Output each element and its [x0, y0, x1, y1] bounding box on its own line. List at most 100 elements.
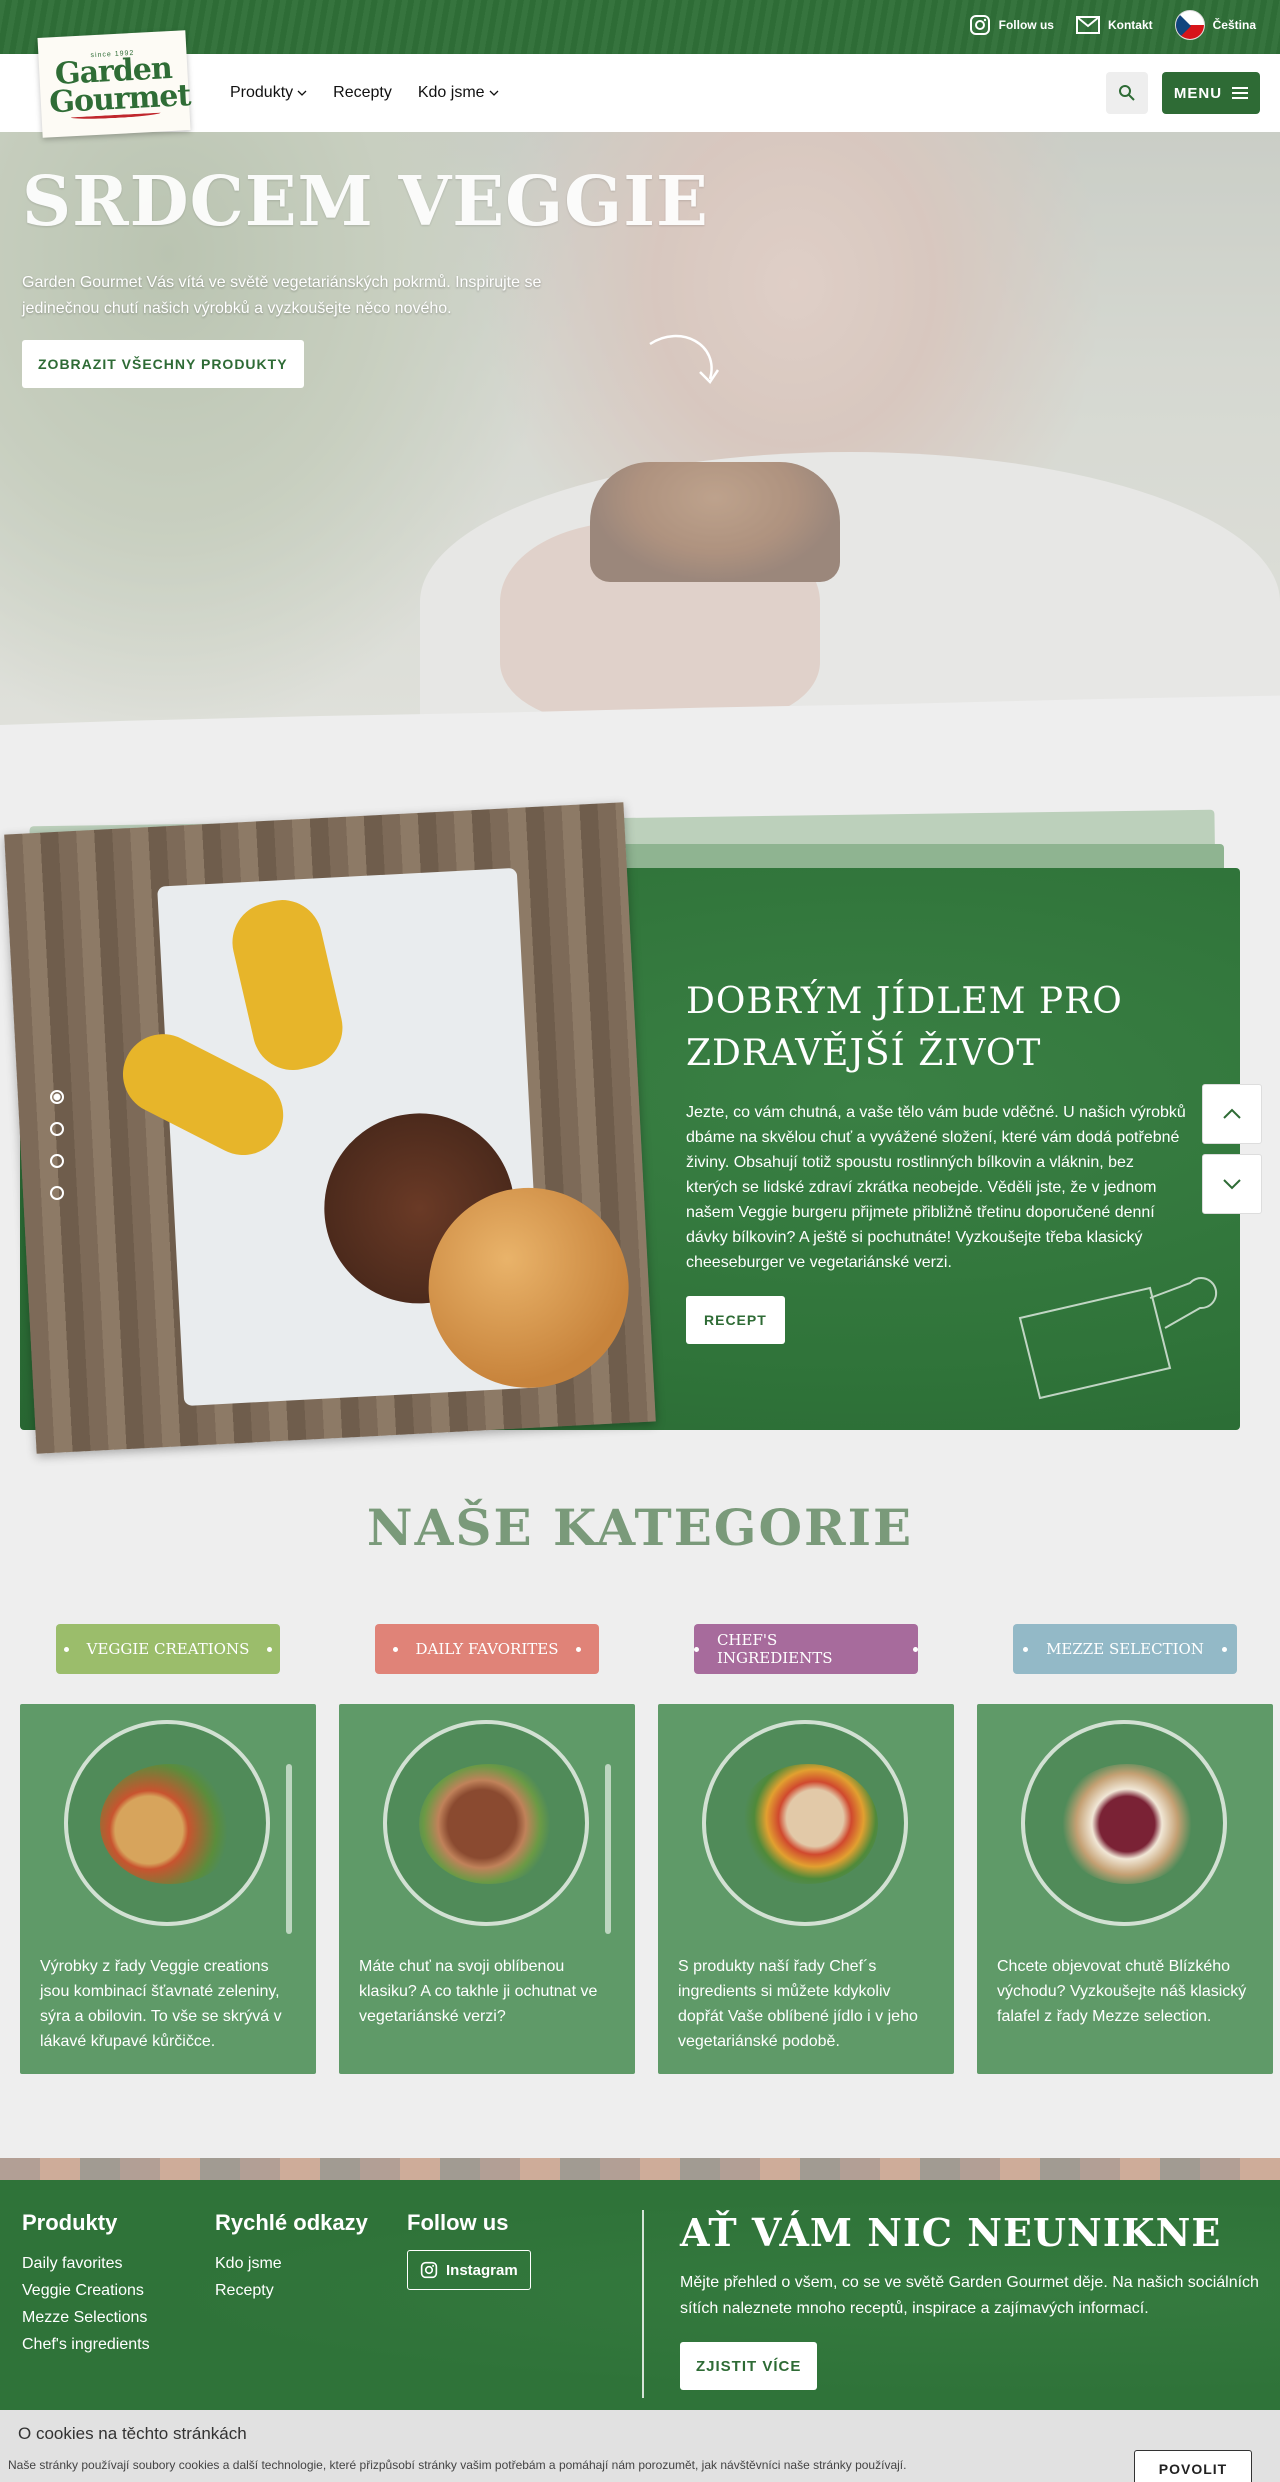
slide-title: DOBRÝM JÍDLEM PRO ZDRAVĚJŠÍ ŽIVOT: [686, 981, 1123, 1074]
language-label: Čeština: [1212, 18, 1256, 32]
instagram-icon: [969, 15, 990, 35]
footer-follow-column: Follow us Instagram: [407, 2210, 531, 2290]
slide-text: Jezte, co vám chutná, a vaše tělo vám bu…: [686, 1104, 1186, 1271]
footer-promo-title: AŤ VÁM NIC NEUNIKNE: [680, 2210, 1222, 2255]
search-icon: [1119, 85, 1135, 101]
instagram-button[interactable]: Instagram: [407, 2250, 531, 2290]
footer-link[interactable]: Veggie Creations: [22, 2277, 150, 2304]
nav-item-kdo-jsme[interactable]: Kdo jsme: [418, 84, 499, 102]
card-food-image: [1057, 1764, 1197, 1884]
nav-label: Kdo jsme: [417, 84, 485, 101]
cutting-board-illustration: [1018, 1277, 1218, 1400]
bullet: [63, 1646, 69, 1652]
category-description: Máte chuť na svoji oblíbenou klasiku? A …: [359, 1958, 598, 2025]
search-button[interactable]: [1106, 72, 1148, 114]
chevron-down-icon: [1223, 1179, 1241, 1190]
category-card-veggie-creations[interactable]: Výrobky z řady Veggie creations jsou kom…: [20, 1704, 316, 2074]
category-label-veggie-creations[interactable]: VEGGIE CREATIONS: [56, 1624, 280, 1674]
recipe-button[interactable]: RECEPT: [686, 1296, 785, 1344]
slider-dot[interactable]: [50, 1154, 64, 1168]
footer-link[interactable]: Daily favorites: [22, 2250, 150, 2277]
hero-subtitle: Garden Gourmet Vás vítá ve světě vegetar…: [22, 274, 542, 317]
chevron-down-icon: [489, 90, 499, 96]
top-links: Follow us Kontakt Čeština: [969, 10, 1256, 40]
hero-banner: SRDCEM VEGGIE Garden Gourmet Vás vítá ve…: [0, 132, 1280, 742]
footer-link[interactable]: Mezze Selections: [22, 2304, 150, 2331]
category-card-daily-favorites[interactable]: Máte chuť na svoji oblíbenou klasiku? A …: [339, 1704, 635, 2074]
chevron-up-icon: [1223, 1108, 1241, 1119]
follow-us-link[interactable]: Follow us: [969, 14, 1054, 36]
nav-label: Recepty: [333, 84, 392, 101]
hero-title: SRDCEM VEGGIE: [22, 162, 709, 242]
menu-button[interactable]: MENU: [1162, 72, 1260, 114]
footer-follow-title: Follow us: [407, 2210, 509, 2235]
czech-flag-icon: [1174, 10, 1205, 40]
card-cutlery: [605, 1764, 611, 1934]
chevron-down-icon: [297, 90, 307, 96]
category-description: S produkty naší řady Chef´s ingredients …: [678, 1958, 918, 2050]
bullet: [576, 1646, 582, 1652]
footer-promo-text: Mějte přehled o všem, co se ve světě Gar…: [680, 2274, 1259, 2317]
learn-more-button[interactable]: ZJISTIT VÍCE: [680, 2342, 818, 2390]
slide-burger-photo: [4, 802, 656, 1454]
card-food-image: [738, 1764, 878, 1884]
bullet: [694, 1646, 699, 1652]
contact-label: Kontakt: [1107, 18, 1153, 32]
top-bar: Follow us Kontakt Čeština: [0, 0, 1280, 54]
main-nav: Produkty Recepty Kdo jsme: [230, 84, 499, 102]
nav-label: Produkty: [230, 84, 294, 101]
category-label-mezze-selection[interactable]: MEZZE SELECTION: [1013, 1624, 1237, 1674]
category-card-chefs-ingredients[interactable]: S produkty naší řady Chef´s ingredients …: [658, 1704, 954, 2074]
slider-dot[interactable]: [50, 1090, 64, 1104]
cookie-text: Naše stránky používají soubory cookies a…: [8, 2458, 907, 2472]
category-label-text: VEGGIE CREATIONS: [86, 1640, 250, 1658]
mail-icon: [1075, 16, 1100, 34]
bullet: [913, 1646, 919, 1652]
curved-arrow-icon: [649, 334, 720, 384]
footer-quick-links-column: Rychlé odkazy Kdo jsme Recepty: [215, 2210, 368, 2304]
categories-title: NAŠE KATEGORIE: [366, 1498, 914, 1557]
slider-down-button[interactable]: [1202, 1154, 1262, 1214]
bullet: [1221, 1646, 1227, 1652]
follow-us-label: Follow us: [998, 18, 1054, 32]
category-card-mezze-selection[interactable]: Chcete objevovat chutě Blízkého východu?…: [977, 1704, 1273, 2074]
cookie-allow-button[interactable]: POVOLIT: [1134, 2450, 1252, 2482]
category-description: Výrobky z řady Veggie creations jsou kom…: [40, 1958, 282, 2050]
show-all-products-button[interactable]: ZOBRAZIT VŠECHNY PRODUKTY: [22, 340, 304, 388]
footer-divider: [642, 2210, 644, 2398]
slider-up-button[interactable]: [1202, 1084, 1262, 1144]
category-label-daily-favorites[interactable]: DAILY FAVORITES: [375, 1624, 599, 1674]
footer-quick-title: Rychlé odkazy: [215, 2210, 368, 2235]
card-food-image: [100, 1764, 240, 1884]
category-label-text: MEZZE SELECTION: [1046, 1640, 1204, 1658]
contact-link[interactable]: Kontakt: [1075, 16, 1153, 34]
category-label-chefs-ingredients[interactable]: CHEF'S INGREDIENTS: [694, 1624, 919, 1674]
footer-link[interactable]: Kdo jsme: [215, 2250, 368, 2277]
footer-products-title: Produkty: [22, 2210, 118, 2235]
language-switcher[interactable]: Čeština: [1174, 10, 1256, 40]
nav-item-recepty[interactable]: Recepty: [333, 84, 392, 102]
hamburger-icon: [1232, 87, 1249, 99]
footer-link[interactable]: Chef's ingredients: [22, 2331, 150, 2358]
slider-dot[interactable]: [50, 1122, 64, 1136]
card-food-image: [419, 1764, 559, 1884]
main-header: Produkty Recepty Kdo jsme MENU: [0, 54, 1280, 132]
bullet: [392, 1646, 398, 1652]
instagram-icon: [420, 2261, 438, 2279]
nav-item-produkty[interactable]: Produkty: [230, 84, 307, 102]
category-label-text: DAILY FAVORITES: [415, 1640, 559, 1658]
slider-dot[interactable]: [50, 1186, 64, 1200]
category-label-text: CHEF'S INGREDIENTS: [716, 1631, 833, 1667]
card-cutlery: [286, 1764, 292, 1934]
footer-link[interactable]: Recepty: [215, 2277, 368, 2304]
cookie-title: O cookies na těchto stránkách: [18, 2424, 247, 2443]
garden-gourmet-logo[interactable]: since 1992 Garden Gourmet: [37, 30, 191, 138]
cookie-banner: O cookies na těchto stránkách Naše strán…: [0, 2410, 1280, 2482]
footer-products-column: Produkty Daily favorites Veggie Creation…: [22, 2210, 150, 2358]
bullet: [267, 1646, 273, 1652]
bullet: [1023, 1646, 1029, 1652]
menu-label: MENU: [1173, 84, 1223, 102]
category-description: Chcete objevovat chutě Blízkého východu?…: [997, 1958, 1247, 2025]
slider-dots: [50, 1090, 64, 1200]
instagram-label: Instagram: [446, 2261, 518, 2279]
